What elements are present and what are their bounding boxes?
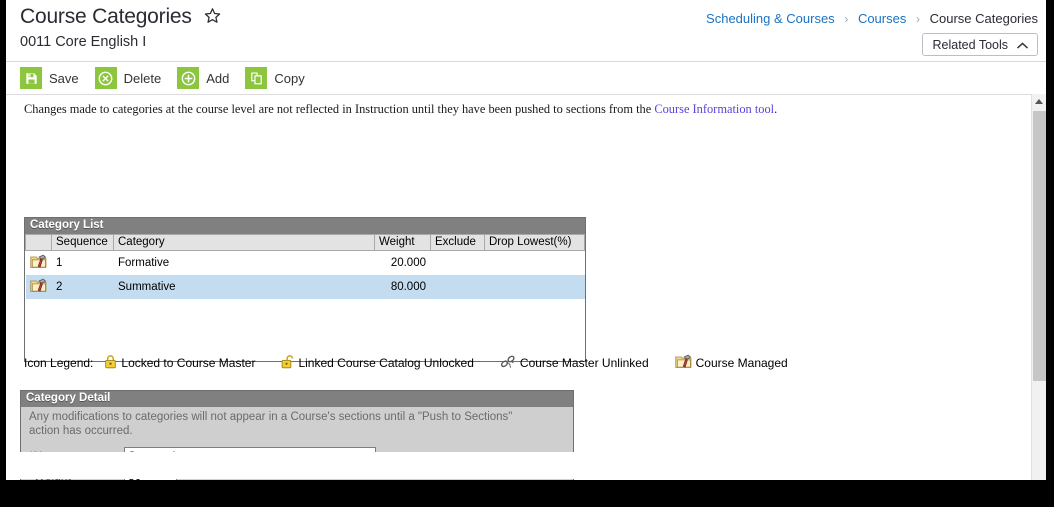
course-managed-icon bbox=[675, 354, 692, 372]
breadcrumb-separator: › bbox=[915, 12, 920, 26]
copy-pages-icon bbox=[245, 67, 268, 89]
legend-label: Course Master Unlinked bbox=[519, 356, 649, 370]
column-header-drop-lowest[interactable]: Drop Lowest(%) bbox=[484, 234, 585, 251]
page-header: Course Categories 0011 Core English I Sc… bbox=[6, 0, 1046, 62]
category-detail-caption: Category Detail bbox=[21, 391, 573, 407]
course-managed-icon bbox=[30, 278, 47, 296]
cell-exclude bbox=[430, 250, 485, 275]
delete-label: Delete bbox=[123, 70, 162, 86]
content-bottom-spacer bbox=[6, 452, 1046, 479]
broken-chain-link-icon bbox=[500, 354, 516, 372]
table-row[interactable]: 1 Formative 20.000 bbox=[25, 250, 585, 275]
legend-item-course-managed: Course Managed bbox=[675, 354, 788, 372]
save-button[interactable]: Save bbox=[20, 67, 79, 89]
category-detail-note: Any modifications to categories will not… bbox=[29, 411, 513, 437]
add-button[interactable]: Add bbox=[177, 67, 229, 89]
legend-label: Locked to Course Master bbox=[121, 356, 256, 370]
row-status-icon-cell bbox=[25, 275, 52, 299]
breadcrumb-item-courses[interactable]: Courses bbox=[858, 11, 906, 26]
scrollbar-thumb[interactable] bbox=[1033, 111, 1046, 381]
category-list-caption: Category List bbox=[25, 218, 585, 234]
related-tools-button[interactable]: Related Tools bbox=[922, 33, 1038, 56]
notice-text-before: Changes made to categories at the course… bbox=[24, 102, 655, 116]
icon-legend: Icon Legend: Locked to Course Master Lin… bbox=[24, 354, 788, 372]
column-header-category[interactable]: Category bbox=[113, 234, 375, 251]
main-content: Changes made to categories at the course… bbox=[6, 95, 1046, 480]
category-list-table: Sequence Category Weight Exclude Drop Lo… bbox=[25, 234, 585, 299]
page-subtitle: 0011 Core English I bbox=[20, 34, 147, 50]
cell-weight: 80.000 bbox=[374, 275, 431, 299]
column-header-icon[interactable] bbox=[25, 234, 52, 251]
course-managed-icon bbox=[30, 254, 47, 272]
scroll-up-arrow-icon[interactable] bbox=[1032, 94, 1046, 109]
page-title-text: Course Categories bbox=[20, 5, 192, 28]
legend-item-course-master-unlinked: Course Master Unlinked bbox=[500, 354, 649, 372]
star-outline-icon[interactable] bbox=[204, 6, 221, 30]
related-tools-label: Related Tools bbox=[932, 37, 1008, 52]
legend-label: Linked Course Catalog Unlocked bbox=[298, 356, 474, 370]
breadcrumb-item-course-categories: Course Categories bbox=[929, 11, 1038, 26]
legend-item-linked-course-catalog-unlocked: Linked Course Catalog Unlocked bbox=[281, 354, 474, 372]
legend-label: Course Managed bbox=[695, 356, 788, 370]
add-circle-plus-icon bbox=[177, 67, 200, 89]
cell-category: Summative bbox=[113, 275, 375, 299]
cell-drop-lowest bbox=[484, 250, 585, 275]
table-row[interactable]: 2 Summative 80.000 bbox=[25, 275, 585, 299]
column-header-exclude[interactable]: Exclude bbox=[430, 234, 485, 251]
delete-circle-x-icon bbox=[94, 67, 117, 89]
row-status-icon-cell bbox=[25, 250, 52, 275]
chevron-up-icon bbox=[1017, 38, 1028, 52]
legend-item-locked-to-course-master: Locked to Course Master bbox=[104, 354, 255, 372]
breadcrumb-separator: › bbox=[844, 12, 849, 26]
unlocked-padlock-icon bbox=[281, 354, 294, 372]
application-window: Course Categories 0011 Core English I Sc… bbox=[6, 0, 1046, 480]
cell-sequence: 2 bbox=[51, 275, 114, 299]
column-header-sequence[interactable]: Sequence bbox=[51, 234, 114, 251]
cell-drop-lowest bbox=[484, 275, 585, 299]
add-label: Add bbox=[206, 70, 230, 86]
delete-button[interactable]: Delete bbox=[94, 67, 162, 89]
save-disk-icon bbox=[20, 67, 42, 89]
column-header-weight[interactable]: Weight bbox=[374, 234, 431, 251]
icon-legend-title: Icon Legend: bbox=[24, 356, 94, 370]
vertical-scrollbar[interactable] bbox=[1031, 94, 1046, 480]
locked-padlock-icon bbox=[104, 354, 117, 372]
breadcrumb-item-scheduling-courses[interactable]: Scheduling & Courses bbox=[706, 11, 835, 26]
table-header-row: Sequence Category Weight Exclude Drop Lo… bbox=[25, 234, 585, 251]
copy-button[interactable]: Copy bbox=[245, 67, 305, 89]
course-information-tool-link[interactable]: Course Information tool bbox=[654, 102, 774, 116]
cell-sequence: 1 bbox=[51, 250, 114, 275]
save-label: Save bbox=[49, 70, 79, 86]
cell-category: Formative bbox=[113, 250, 375, 275]
cell-exclude bbox=[430, 275, 485, 299]
category-list-panel: Category List Sequence Category Weight E… bbox=[24, 217, 586, 362]
copy-label: Copy bbox=[274, 70, 305, 86]
push-to-sections-notice: Changes made to categories at the course… bbox=[24, 102, 777, 117]
notice-text-after: . bbox=[774, 102, 778, 116]
cell-weight: 20.000 bbox=[374, 250, 431, 275]
table-empty-area bbox=[25, 299, 585, 361]
action-toolbar: Save Delete Add Copy bbox=[6, 62, 1046, 95]
page-title: Course Categories bbox=[20, 5, 221, 30]
breadcrumb: Scheduling & Courses › Courses › Course … bbox=[706, 11, 1038, 26]
